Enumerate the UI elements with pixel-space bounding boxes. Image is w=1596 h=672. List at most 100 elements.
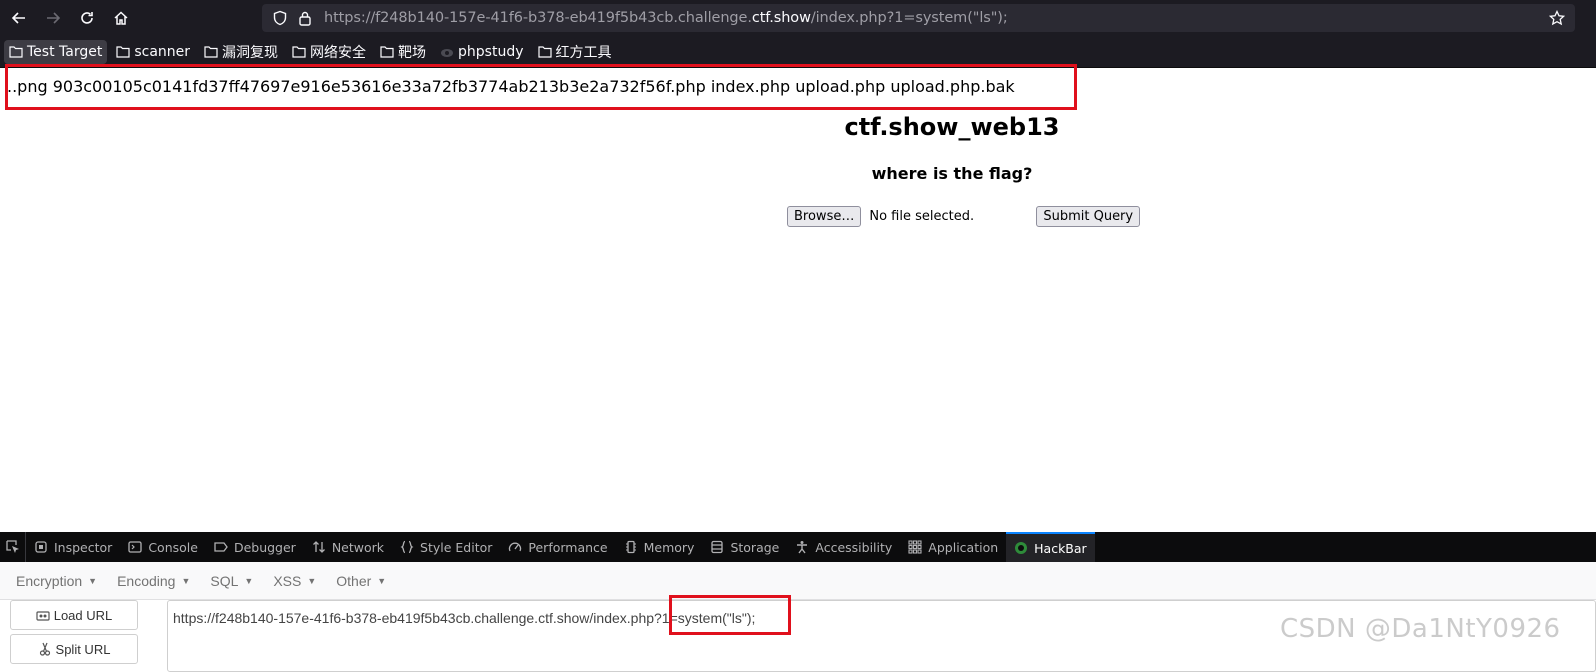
bookmark-scanner[interactable]: scanner <box>111 40 195 64</box>
bookmark-netsec[interactable]: 网络安全 <box>287 40 371 64</box>
address-bar[interactable]: https://f248b140-157e-41f6-b378-eb419f5b… <box>262 4 1575 32</box>
folder-icon <box>537 46 552 58</box>
home-icon <box>114 11 128 25</box>
bookmark-phpstudy[interactable]: phpstudy <box>435 40 528 64</box>
page-content: ..png 903c00105c0141fd37ff47697e916e5361… <box>0 64 1596 532</box>
inspector-icon <box>35 541 47 553</box>
tab-label: Accessibility <box>815 539 893 555</box>
tab-network[interactable]: Network <box>304 532 392 562</box>
hackbar-menu: Encryption ▼ Encoding ▼ SQL ▼ XSS ▼ Other ▼ <box>0 562 1596 600</box>
element-picker-button[interactable] <box>0 532 26 562</box>
tab-label: Storage <box>730 539 780 555</box>
tab-label: HackBar <box>1034 540 1087 556</box>
page-title: ctf.show_web13 <box>844 113 1060 141</box>
performance-icon <box>509 542 522 552</box>
storage-icon <box>711 540 724 554</box>
tab-performance[interactable]: Performance <box>500 532 615 562</box>
tab-label: Console <box>148 539 198 555</box>
folder-icon <box>116 46 130 58</box>
element-picker-icon <box>5 540 19 553</box>
phpstudy-icon <box>441 49 454 57</box>
split-url-button[interactable]: Split URL <box>10 634 138 664</box>
tab-label: Style Editor <box>420 539 493 555</box>
tab-label: Performance <box>528 539 608 555</box>
menu-label: Encryption <box>16 572 83 589</box>
load-url-icon <box>36 611 50 621</box>
accessibility-icon <box>797 541 808 554</box>
tab-accessibility[interactable]: Accessibility <box>787 532 900 562</box>
url-host: ctf.show <box>751 10 811 26</box>
tab-debugger[interactable]: Debugger <box>206 532 304 562</box>
tab-memory[interactable]: Memory <box>616 532 703 562</box>
tab-storage[interactable]: Storage <box>702 532 787 562</box>
star-bookmark-icon[interactable] <box>1549 10 1565 26</box>
bookmark-range[interactable]: 靶场 <box>375 40 431 64</box>
menu-other[interactable]: Other ▼ <box>336 573 386 589</box>
folder-icon <box>380 46 394 58</box>
tab-console[interactable]: Console <box>120 532 206 562</box>
tab-label: Application <box>928 539 999 555</box>
url-text[interactable]: https://f248b140-157e-41f6-b378-eb419f5b… <box>324 10 1008 26</box>
devtools-panel: Inspector Console Debugger Network Style… <box>0 532 1596 672</box>
menu-encryption[interactable]: Encryption ▼ <box>16 573 97 589</box>
load-url-label: Load URL <box>53 607 113 623</box>
folder-icon <box>292 46 306 58</box>
hackbar-icon <box>1015 542 1028 554</box>
forward-button[interactable] <box>36 3 70 33</box>
caret-down-icon: ▼ <box>307 575 317 586</box>
file-status: No file selected. <box>869 208 975 224</box>
caret-down-icon: ▼ <box>377 575 387 586</box>
back-arrow-icon <box>11 12 25 24</box>
application-grid-icon <box>908 540 922 554</box>
devtools-tabbar: Inspector Console Debugger Network Style… <box>0 532 1596 562</box>
menu-label: Other <box>336 572 372 589</box>
tab-inspector[interactable]: Inspector <box>26 532 120 562</box>
scissors-icon <box>39 642 50 656</box>
bookmark-label: Test Target <box>27 43 103 60</box>
bookmark-label: scanner <box>134 43 191 60</box>
load-url-button[interactable]: Load URL <box>10 600 138 630</box>
upload-form: Browse… No file selected. Submit Query <box>787 205 1141 227</box>
tab-label: Inspector <box>54 539 113 555</box>
reload-icon <box>81 12 93 24</box>
bookmark-label: 靶场 <box>398 44 427 61</box>
browser-toolbar: https://f248b140-157e-41f6-b378-eb419f5b… <box>0 0 1596 36</box>
folder-icon <box>9 46 23 58</box>
menu-sql[interactable]: SQL ▼ <box>210 573 253 589</box>
url-prefix: https://f248b140-157e-41f6-b378-eb419f5b… <box>324 10 752 26</box>
tab-label: Memory <box>643 539 695 555</box>
forward-arrow-icon <box>47 12 61 24</box>
watermark: CSDN @Da1NtY0926 <box>1280 614 1561 644</box>
caret-down-icon: ▼ <box>244 575 254 586</box>
menu-label: SQL <box>210 572 239 589</box>
highlight-box-output <box>5 64 1077 110</box>
menu-encoding[interactable]: Encoding ▼ <box>117 573 190 589</box>
tab-application[interactable]: Application <box>900 532 1006 562</box>
url-suffix: /index.php?1=system("ls"); <box>810 10 1008 26</box>
bookmark-test-target[interactable]: Test Target <box>4 39 108 64</box>
reload-button[interactable] <box>70 3 104 33</box>
browser-window: https://f248b140-157e-41f6-b378-eb419f5b… <box>0 0 1596 672</box>
caret-down-icon: ▼ <box>88 575 98 586</box>
bookmark-label: 网络安全 <box>310 44 367 61</box>
back-button[interactable] <box>2 3 36 33</box>
console-icon <box>128 541 142 553</box>
tab-hackbar[interactable]: HackBar <box>1006 532 1095 562</box>
bookmark-vuln-repro[interactable]: 漏洞复现 <box>199 40 283 64</box>
submit-query-button[interactable]: Submit Query <box>1036 205 1141 227</box>
menu-label: XSS <box>273 572 302 589</box>
tab-style-editor[interactable]: Style Editor <box>392 532 500 562</box>
shield-icon[interactable] <box>272 10 288 26</box>
bookmark-red-tools[interactable]: 红方工具 <box>533 40 617 64</box>
page-subtitle: where is the flag? <box>871 164 1033 183</box>
menu-label: Encoding <box>117 572 176 589</box>
lock-icon[interactable] <box>298 10 312 26</box>
menu-xss[interactable]: XSS ▼ <box>273 573 316 589</box>
network-icon <box>312 541 325 553</box>
tab-label: Network <box>331 539 385 555</box>
home-button[interactable] <box>104 3 138 33</box>
bookmark-label: 红方工具 <box>555 44 612 61</box>
style-editor-icon <box>400 540 414 554</box>
browse-button[interactable]: Browse… <box>787 205 862 227</box>
tab-label: Debugger <box>233 539 296 555</box>
